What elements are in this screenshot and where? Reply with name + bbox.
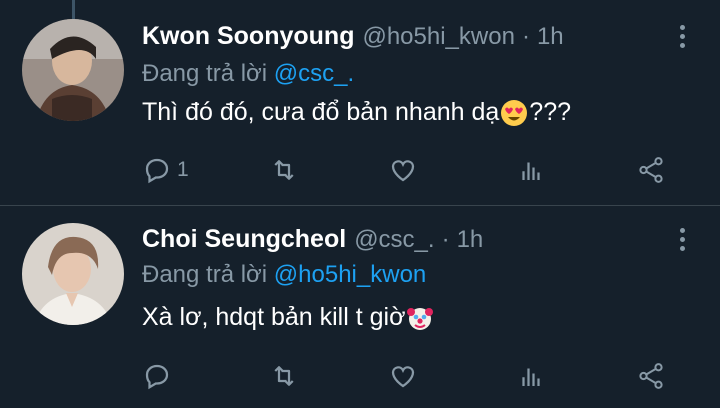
replying-to: Đang trả lời @csc_. [142,60,354,88]
retweet-button[interactable] [269,153,299,187]
like-button[interactable] [388,153,418,187]
share-button[interactable] [636,359,666,393]
reply-icon [145,364,169,390]
retweet-icon [274,160,294,180]
replying-to-label: Đang trả lời [142,261,268,288]
tweet-text-suffix: ??? [529,98,572,126]
like-button[interactable] [388,359,418,393]
like-icon [391,366,415,388]
tweet-header: Choi Seungcheol @csc_. · 1h [142,225,483,259]
heart-eyes-emoji-icon [501,99,528,126]
tweet-text: Xà lơ, hdqt bản kill t giờ [142,303,435,332]
avatar[interactable] [22,19,124,121]
tweet[interactable]: Kwon Soonyoung @ho5hi_kwon · 1h Đang trả… [0,0,720,205]
display-name[interactable]: Choi Seungcheol [142,225,346,254]
separator-dot: · [441,226,450,253]
mention-link[interactable]: @csc_. [274,60,354,87]
share-icon [639,363,663,389]
stats-button[interactable] [516,359,546,393]
timestamp[interactable]: 1h [537,23,564,51]
tweet-text-main: Thì đó đó, cưa đổ bản nhanh dạ [142,98,500,126]
share-icon [639,157,663,183]
stats-icon [522,368,540,386]
avatar[interactable] [22,223,124,325]
separator-dot: · [521,23,530,50]
share-button[interactable] [636,153,666,187]
like-icon [391,160,415,182]
action-bar: 1 [142,153,682,187]
more-options-icon[interactable] [678,228,686,254]
retweet-button[interactable] [269,359,299,393]
retweet-icon [274,366,294,386]
replying-to: Đang trả lời @ho5hi_kwon [142,261,426,289]
tweet-text-main: Xà lơ, hdqt bản kill t giờ [142,303,406,331]
action-bar [142,359,682,393]
display-name[interactable]: Kwon Soonyoung [142,22,354,51]
timestamp[interactable]: 1h [457,226,484,254]
reply-button[interactable] [142,359,177,393]
tweet[interactable]: Choi Seungcheol @csc_. · 1h Đang trả lời… [0,205,720,408]
reply-button[interactable]: 1 [142,153,189,187]
user-handle[interactable]: @ho5hi_kwon [362,23,514,51]
stats-button[interactable] [516,153,546,187]
more-options-icon[interactable] [678,25,686,51]
replying-to-label: Đang trả lời [142,60,268,87]
user-handle[interactable]: @csc_. [354,226,434,254]
mention-link[interactable]: @ho5hi_kwon [274,261,426,288]
reply-icon [145,158,169,184]
clown-face-emoji-icon [407,307,434,330]
tweet-header: Kwon Soonyoung @ho5hi_kwon · 1h [142,22,564,56]
stats-icon [522,162,540,180]
tweet-text: Thì đó đó, cưa đổ bản nhanh dạ ??? [142,98,571,127]
reply-count: 1 [177,158,189,181]
